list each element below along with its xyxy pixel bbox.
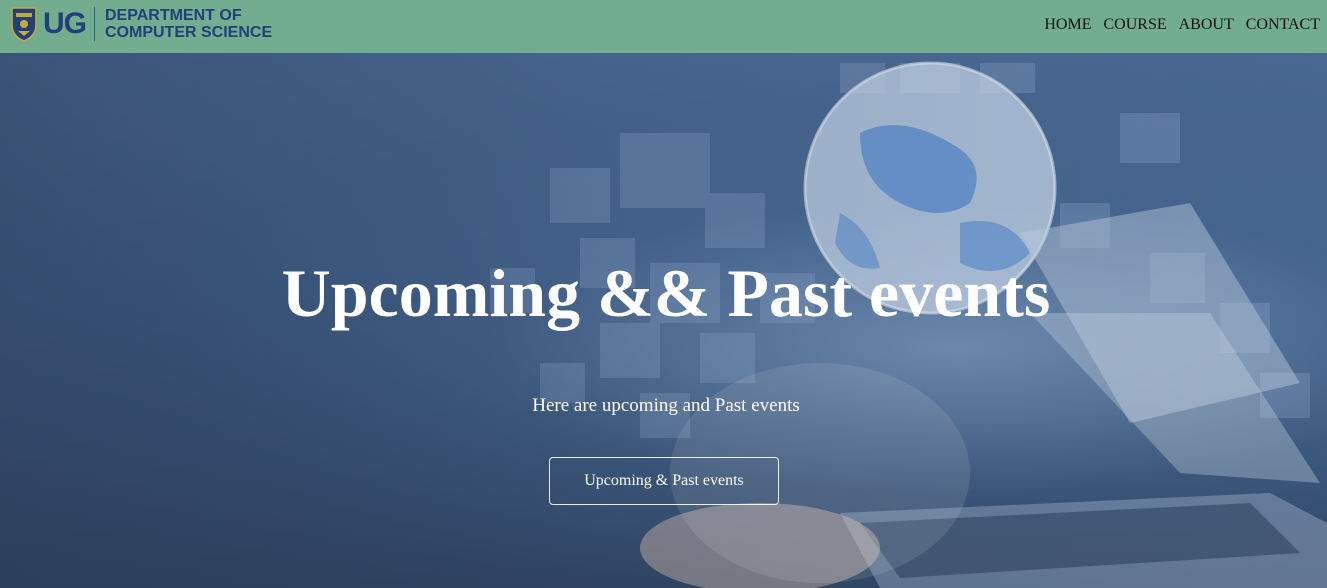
department-line-1: DEPARTMENT OF [105, 7, 242, 24]
department-line-2: COMPUTER SCIENCE [105, 24, 273, 41]
hero-title: Upcoming && Past events [281, 255, 1051, 331]
crest-icon [11, 7, 37, 42]
main-nav: HOME COURSE ABOUT CONTACT [1032, 16, 1320, 34]
events-button[interactable]: Upcoming & Past events [549, 457, 779, 505]
nav-course[interactable]: COURSE [1103, 16, 1166, 34]
logo-abbr: UG [43, 7, 87, 40]
site-header: UG DEPARTMENT OF COMPUTER SCIENCE HOME C… [0, 0, 1327, 53]
logo-divider [94, 7, 95, 41]
hero-section: Upcoming && Past events Here are upcomin… [0, 53, 1327, 588]
nav-contact[interactable]: CONTACT [1246, 16, 1320, 34]
ug-logo[interactable]: UG DEPARTMENT OF COMPUTER SCIENCE [9, 4, 272, 44]
department-name: DEPARTMENT OF COMPUTER SCIENCE [105, 7, 272, 41]
hero-subtitle: Here are upcoming and Past events [532, 395, 800, 416]
nav-home[interactable]: HOME [1044, 16, 1091, 34]
nav-about[interactable]: ABOUT [1179, 16, 1234, 34]
